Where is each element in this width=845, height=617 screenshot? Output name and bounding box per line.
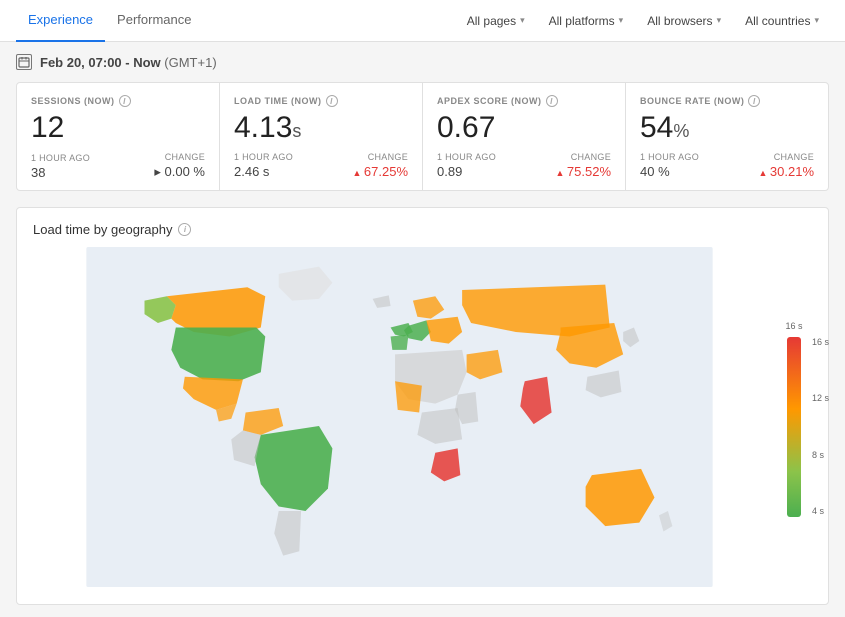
main-content: Feb 20, 07:00 - Now (GMT+1) SESSIONS (NO… <box>0 42 845 617</box>
metric-card-bounce-rate: BOUNCE RATE (NOW) i 54% 1 HOUR AGO 40 % … <box>626 83 828 190</box>
top-navigation: Experience Performance All pages ▾ All p… <box>0 0 845 42</box>
chevron-down-icon: ▾ <box>814 15 819 26</box>
filter-countries[interactable]: All countries ▾ <box>735 10 829 32</box>
map-card: Load time by geography i <box>16 207 829 605</box>
map-svg <box>33 247 766 587</box>
date-bar: Feb 20, 07:00 - Now (GMT+1) <box>16 54 829 70</box>
info-icon[interactable]: i <box>546 95 558 107</box>
info-icon[interactable]: i <box>748 95 760 107</box>
tab-group: Experience Performance <box>16 0 203 42</box>
filter-browsers[interactable]: All browsers ▾ <box>637 10 731 32</box>
legend-label-16: 16 s <box>812 337 829 347</box>
bounce-rate-change: 30.21% <box>758 164 814 179</box>
sessions-value: 12 <box>31 111 205 144</box>
map-title: Load time by geography i <box>33 222 812 237</box>
legend-label-12: 12 s <box>812 393 829 403</box>
apdex-value: 0.67 <box>437 111 611 144</box>
info-icon[interactable]: i <box>326 95 338 107</box>
sessions-change: ▸ 0.00 % <box>154 164 205 180</box>
load-time-change: 67.25% <box>352 164 408 179</box>
legend-label-4: 4 s <box>812 506 829 516</box>
apdex-change: 75.52% <box>555 164 611 179</box>
date-range: Feb 20, 07:00 - Now (GMT+1) <box>40 55 217 70</box>
world-map <box>33 247 766 590</box>
info-icon[interactable]: i <box>119 95 131 107</box>
metric-cards: SESSIONS (NOW) i 12 1 HOUR AGO 38 CHANGE… <box>16 82 829 191</box>
legend-label-top: 16 s <box>785 321 802 331</box>
calendar-icon <box>16 54 32 70</box>
metric-card-load-time: LOAD TIME (NOW) i 4.13s 1 HOUR AGO 2.46 … <box>220 83 422 190</box>
tab-experience[interactable]: Experience <box>16 0 105 42</box>
map-container: 16 s 16 s 12 s 8 s 4 s <box>33 247 812 590</box>
chevron-down-icon: ▾ <box>717 15 722 26</box>
bounce-rate-value: 54% <box>640 111 814 144</box>
chevron-down-icon: ▾ <box>619 15 624 26</box>
metric-card-apdex: APDEX SCORE (NOW) i 0.67 1 HOUR AGO 0.89… <box>423 83 625 190</box>
map-legend: 16 s 16 s 12 s 8 s 4 s <box>776 321 812 517</box>
tab-performance[interactable]: Performance <box>105 0 203 42</box>
legend-bar <box>787 337 801 517</box>
filter-pages[interactable]: All pages ▾ <box>457 10 535 32</box>
chevron-down-icon: ▾ <box>520 15 525 26</box>
load-time-value: 4.13s <box>234 111 408 144</box>
legend-label-8: 8 s <box>812 450 829 460</box>
metric-card-sessions: SESSIONS (NOW) i 12 1 HOUR AGO 38 CHANGE… <box>17 83 219 190</box>
nav-filters: All pages ▾ All platforms ▾ All browsers… <box>457 10 829 32</box>
info-icon[interactable]: i <box>178 223 191 236</box>
filter-platforms[interactable]: All platforms ▾ <box>539 10 634 32</box>
